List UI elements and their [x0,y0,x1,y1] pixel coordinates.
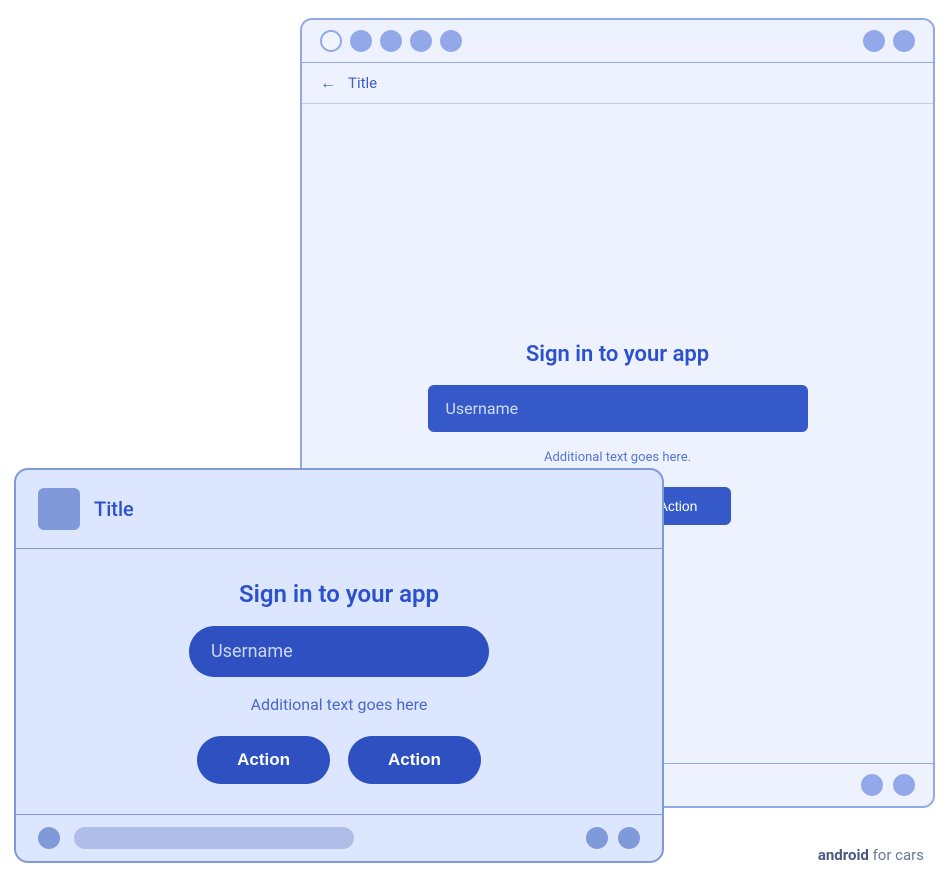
car-mockup: Title Sign in to your app Username Addit… [14,468,664,863]
phone-username-input[interactable]: Username [428,385,808,432]
car-logo-icon [38,488,80,530]
car-bottom-dot-right-1 [586,827,608,849]
status-right-dot-1 [863,30,885,52]
brand-prefix: android [818,846,869,864]
brand-label: android for cars [818,846,924,864]
car-bottom-pill [74,827,354,849]
brand-suffix: for cars [869,846,924,864]
car-username-input[interactable]: Username [189,626,489,677]
status-dot-2 [380,30,402,52]
car-body: Sign in to your app Username Additional … [16,549,662,814]
car-action2-button[interactable]: Action [348,736,481,784]
car-actions: Action Action [197,736,481,784]
car-bottom-dot-right-2 [618,827,640,849]
phone-status-right [863,30,915,52]
status-dot-3 [410,30,432,52]
phone-nav-bar: ← Title [302,63,933,104]
status-dot-1 [350,30,372,52]
car-bottom-dot-left [38,827,60,849]
status-right-dot-2 [893,30,915,52]
car-bottom-right [586,827,640,849]
car-header: Title [16,470,662,549]
phone-bottom-dot-1 [861,774,883,796]
phone-bottom-dot-2 [893,774,915,796]
car-signin-title: Sign in to your app [239,580,439,608]
car-action1-button[interactable]: Action [197,736,330,784]
car-helper-text: Additional text goes here [251,695,428,714]
phone-status-left [320,30,462,52]
car-bottom-bar [16,814,662,861]
car-header-title: Title [94,497,134,521]
phone-nav-title: Title [348,74,377,92]
status-dot-white [320,30,342,52]
phone-helper-text: Additional text goes here. [544,450,691,465]
phone-status-bar [302,20,933,63]
back-arrow-icon[interactable]: ← [320,73,336,93]
phone-signin-title: Sign in to your app [526,342,709,367]
status-dot-4 [440,30,462,52]
